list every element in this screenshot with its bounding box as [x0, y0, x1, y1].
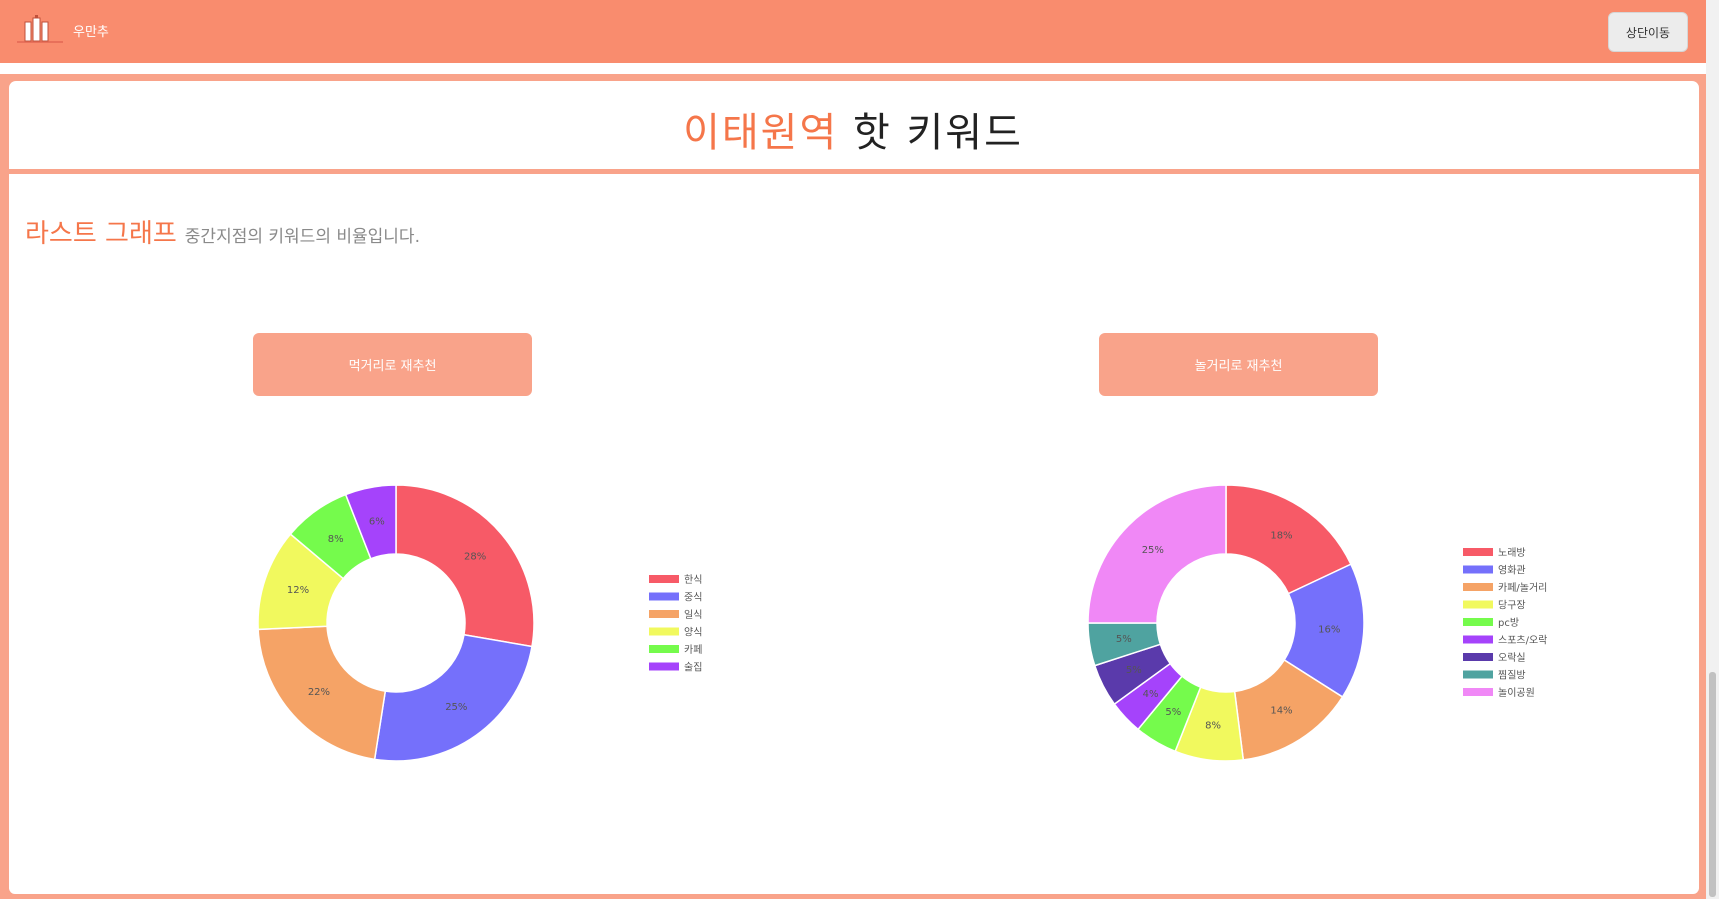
- chart2-legend-swatch-7[interactable]: [1463, 670, 1493, 679]
- chart2-slice-label-2: 14%: [1270, 705, 1292, 716]
- chart2-legend-label-8[interactable]: 놀이공원: [1498, 687, 1535, 699]
- chart2-legend-label-7[interactable]: 찜질방: [1498, 670, 1526, 682]
- chart1-legend-label-2[interactable]: 일식: [684, 609, 702, 621]
- chart2-legend-label-6[interactable]: 오락실: [1498, 652, 1526, 664]
- chart1-slice-1[interactable]: [373, 633, 533, 762]
- chart1-slice-label-4: 8%: [328, 534, 344, 545]
- chart2-legend-label-0[interactable]: 노래방: [1498, 547, 1526, 559]
- chart2-legend-swatch-3[interactable]: [1463, 600, 1493, 609]
- chart1-legend-label-4[interactable]: 카페: [684, 644, 702, 656]
- chart2-legend-swatch-2[interactable]: [1463, 583, 1493, 591]
- chart1-slice-label-1: 25%: [445, 702, 467, 713]
- chart2-slice-label-8: 25%: [1142, 545, 1164, 556]
- chart1-legend-swatch-4[interactable]: [649, 645, 679, 653]
- chart2-legend-label-1[interactable]: 영화관: [1498, 565, 1526, 577]
- chart1-legend-label-1[interactable]: 중식: [684, 592, 702, 604]
- donut-charts: 28% 25% 22% 12% 8% 6% 한식중식일식양식카페술집 18% 16% 14% 8% 5…: [257, 484, 1547, 762]
- chart1-legend-label-3[interactable]: 양식: [684, 627, 702, 639]
- chart2-slice-label-5: 4%: [1143, 689, 1159, 700]
- chart1-legend-swatch-5[interactable]: [649, 662, 679, 671]
- chart2-slice-label-7: 5%: [1116, 634, 1132, 645]
- chart2-legend-label-4[interactable]: pc방: [1498, 617, 1519, 629]
- chart2-legend-swatch-1[interactable]: [1463, 565, 1493, 574]
- chart1-legend-label-5[interactable]: 술집: [684, 662, 702, 674]
- chart2-legend-swatch-4[interactable]: [1463, 618, 1493, 626]
- chart1-slice-0[interactable]: [395, 484, 535, 648]
- chart2-slice-label-3: 8%: [1205, 721, 1221, 732]
- chart2-legend-label-2[interactable]: 카페/놀거리: [1498, 582, 1547, 594]
- chart1-legend-label-0[interactable]: 한식: [684, 574, 702, 586]
- chart2-slice-label-1: 16%: [1318, 624, 1340, 635]
- chart2-legend-label-5[interactable]: 스포츠/오락: [1498, 635, 1547, 647]
- chart1-slice-label-0: 28%: [464, 551, 486, 562]
- chart2-legend-label-3[interactable]: 당구장: [1498, 600, 1526, 612]
- chart2-legend-swatch-0[interactable]: [1463, 548, 1493, 556]
- chart1-legend-swatch-2[interactable]: [649, 610, 679, 618]
- chart1-slice-label-2: 22%: [308, 687, 330, 698]
- chart2-slice-label-4: 5%: [1165, 707, 1181, 718]
- chart1-legend-swatch-3[interactable]: [649, 627, 679, 636]
- chart2-legend-swatch-5[interactable]: [1463, 635, 1493, 644]
- chart1-slice-label-5: 6%: [369, 516, 385, 527]
- chart1-legend-swatch-0[interactable]: [649, 575, 679, 583]
- chart2-slice-label-6: 5%: [1126, 665, 1142, 676]
- chart2-legend-swatch-6[interactable]: [1463, 653, 1493, 661]
- chart1-legend-swatch-1[interactable]: [649, 592, 679, 601]
- chart2-legend-swatch-8[interactable]: [1463, 688, 1493, 696]
- chart1-slice-label-3: 12%: [287, 585, 309, 596]
- chart2-slice-label-0: 18%: [1270, 531, 1292, 542]
- scrollbar-thumb[interactable]: [1709, 672, 1716, 897]
